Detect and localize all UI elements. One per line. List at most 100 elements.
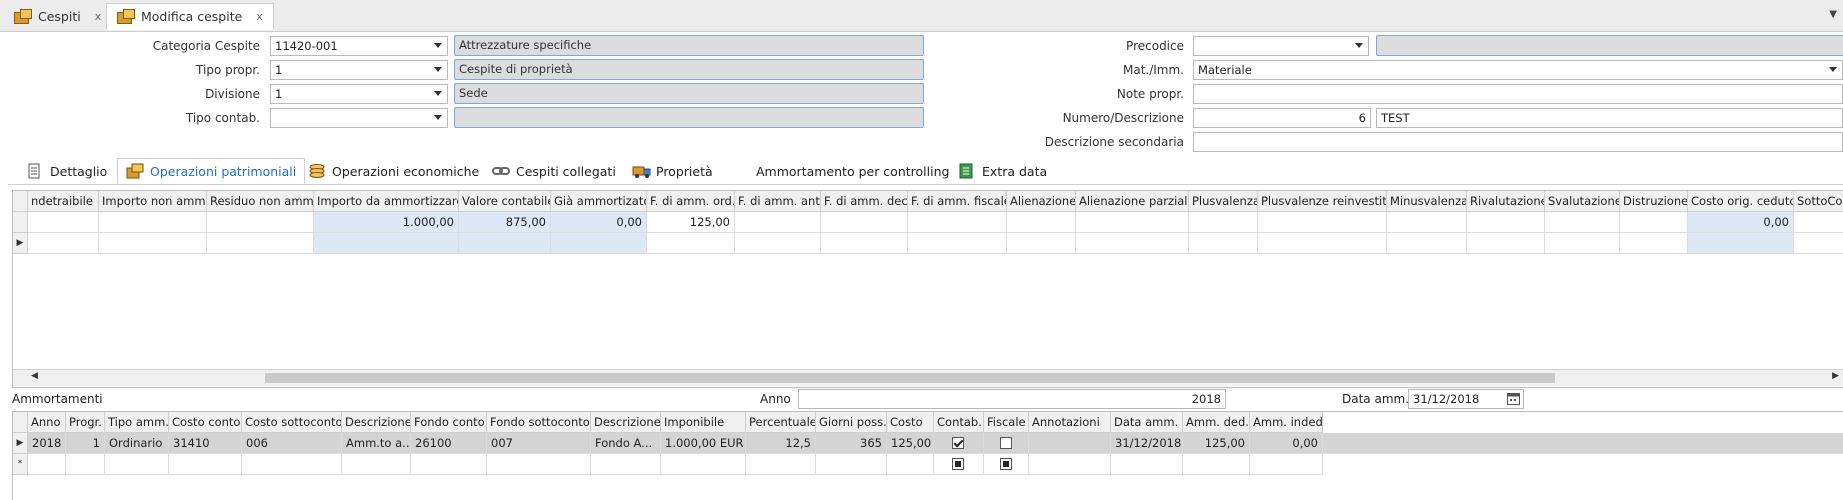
chevron-down-icon[interactable]: [434, 67, 442, 72]
grid-cell[interactable]: [1620, 212, 1688, 233]
grid-cell[interactable]: 006: [242, 433, 342, 454]
col-header[interactable]: Plusvalenze reinvestita: [1258, 191, 1387, 212]
grid-cell[interactable]: [1467, 233, 1545, 254]
grid-cell[interactable]: [735, 233, 821, 254]
tipo-contab-select[interactable]: [270, 108, 448, 128]
numero-input[interactable]: 6: [1193, 108, 1371, 128]
col-header[interactable]: Anno: [28, 412, 66, 433]
grid-cell[interactable]: [908, 233, 1007, 254]
col-header[interactable]: Annotazioni: [1029, 412, 1111, 433]
data-amm-input[interactable]: 31/12/2018: [1408, 389, 1524, 409]
tab-ammortamento-controlling[interactable]: Ammortamento per controlling: [748, 158, 957, 184]
col-header[interactable]: Residuo non amm.: [207, 191, 314, 212]
col-header[interactable]: Rivalutazione: [1467, 191, 1545, 212]
col-header[interactable]: Minusvalenza: [1387, 191, 1467, 212]
grid-cell[interactable]: [591, 454, 661, 475]
col-header[interactable]: Già ammortizato: [551, 191, 647, 212]
col-header[interactable]: Distruzione: [1620, 191, 1688, 212]
tipo-propr-select[interactable]: 1: [270, 60, 448, 80]
grid-cell[interactable]: [1007, 233, 1076, 254]
col-header[interactable]: Amm. inded.: [1250, 412, 1323, 433]
col-header[interactable]: Progr.: [66, 412, 105, 433]
chevron-down-icon[interactable]: [1829, 67, 1837, 72]
grid-cell[interactable]: [1794, 212, 1843, 233]
tab-operazioni-economiche[interactable]: Operazioni economiche: [300, 158, 487, 184]
tab-proprieta[interactable]: Proprietà: [624, 158, 721, 184]
grid-cell[interactable]: [1467, 212, 1545, 233]
grid-cell[interactable]: [169, 454, 242, 475]
grid-cell[interactable]: 875,00: [459, 212, 551, 233]
col-header[interactable]: SottoConto: [1794, 191, 1843, 212]
fiscale-cell[interactable]: [984, 454, 1029, 475]
grid-cell[interactable]: [99, 212, 207, 233]
col-header[interactable]: Importo da ammortizzare: [314, 191, 459, 212]
grid-cell[interactable]: 1.000,00 EUR: [661, 433, 746, 454]
fiscale-checkbox[interactable]: [1000, 458, 1012, 470]
scroll-left-icon[interactable]: ◀: [31, 371, 38, 381]
grid-cell[interactable]: [342, 454, 411, 475]
grid-cell[interactable]: [1258, 212, 1387, 233]
grid-cell[interactable]: Fondo A...: [591, 433, 661, 454]
grid-cell[interactable]: [816, 454, 887, 475]
grid-cell[interactable]: [735, 212, 821, 233]
chevron-down-icon[interactable]: [434, 115, 442, 120]
grid-cell[interactable]: [908, 212, 1007, 233]
tab-modifica-cespite[interactable]: Modifica cespite x: [106, 3, 274, 30]
grid-cell[interactable]: [207, 212, 314, 233]
grid-cell[interactable]: [28, 233, 99, 254]
row-indicator-current[interactable]: ▶: [13, 433, 28, 454]
grid-cell[interactable]: 125,00: [887, 433, 934, 454]
col-header[interactable]: Valore contabile: [459, 191, 551, 212]
grid-cell[interactable]: [1189, 212, 1258, 233]
divisione-select[interactable]: 1: [270, 84, 448, 104]
contab-cell[interactable]: [934, 433, 984, 454]
grid-cell[interactable]: 31410: [169, 433, 242, 454]
grid-cell[interactable]: [661, 454, 746, 475]
col-header[interactable]: Tipo amm.: [105, 412, 169, 433]
anno-input[interactable]: 2018: [798, 389, 1226, 409]
col-header[interactable]: F. di amm. fiscale: [908, 191, 1007, 212]
grid-cell[interactable]: 1: [66, 433, 105, 454]
grid-cell[interactable]: 007: [487, 433, 591, 454]
grid-cell[interactable]: 1.000,00: [314, 212, 459, 233]
horizontal-scrollbar[interactable]: ◀ ▶: [13, 369, 1843, 386]
grid-cell[interactable]: Ordinario: [105, 433, 169, 454]
grid-cell[interactable]: 125,00: [1183, 433, 1250, 454]
grid-cell[interactable]: [411, 454, 487, 475]
col-header[interactable]: Costo orig. ceduto: [1688, 191, 1794, 212]
col-header[interactable]: Importo non amm.: [99, 191, 207, 212]
col-header[interactable]: Fiscale: [984, 412, 1029, 433]
col-header[interactable]: Contab.: [934, 412, 984, 433]
grid-cell[interactable]: 125,00: [647, 212, 735, 233]
tab-extra-data[interactable]: Extra data: [950, 158, 1055, 184]
contab-cell[interactable]: [934, 454, 984, 475]
col-header[interactable]: Imponibile: [661, 412, 746, 433]
grid-cell[interactable]: [105, 454, 169, 475]
scrollbar-thumb[interactable]: [265, 373, 1555, 383]
grid-cell[interactable]: [1794, 233, 1843, 254]
grid-cell[interactable]: [1076, 212, 1189, 233]
col-header[interactable]: F. di amm. ant.: [735, 191, 821, 212]
fiscale-checkbox[interactable]: [1000, 437, 1012, 449]
col-header[interactable]: Svalutazione: [1545, 191, 1620, 212]
calendar-icon[interactable]: [1507, 392, 1520, 410]
fiscale-cell[interactable]: [984, 433, 1029, 454]
col-header[interactable]: Descrizione: [342, 412, 411, 433]
grid-cell[interactable]: [1029, 433, 1111, 454]
col-header[interactable]: Amm. ded.: [1183, 412, 1250, 433]
close-icon[interactable]: x: [256, 10, 263, 23]
mat-imm-select[interactable]: Materiale: [1193, 60, 1843, 80]
col-header[interactable]: Costo: [887, 412, 934, 433]
col-header[interactable]: Fondo sottoconto: [487, 412, 591, 433]
grid-cell[interactable]: [207, 233, 314, 254]
grid-cell[interactable]: [1387, 212, 1467, 233]
descrizione-secondaria-input[interactable]: [1193, 132, 1843, 152]
new-row-indicator[interactable]: *: [13, 454, 28, 475]
grid-cell[interactable]: 26100: [411, 433, 487, 454]
col-header[interactable]: Plusvalenza: [1189, 191, 1258, 212]
chevron-down-icon[interactable]: ▼: [1829, 9, 1837, 20]
descrizione-input[interactable]: TEST: [1376, 108, 1843, 128]
grid-cell[interactable]: [459, 233, 551, 254]
tab-dettaglio[interactable]: Dettaglio: [18, 158, 115, 184]
contab-checkbox[interactable]: [952, 437, 964, 449]
